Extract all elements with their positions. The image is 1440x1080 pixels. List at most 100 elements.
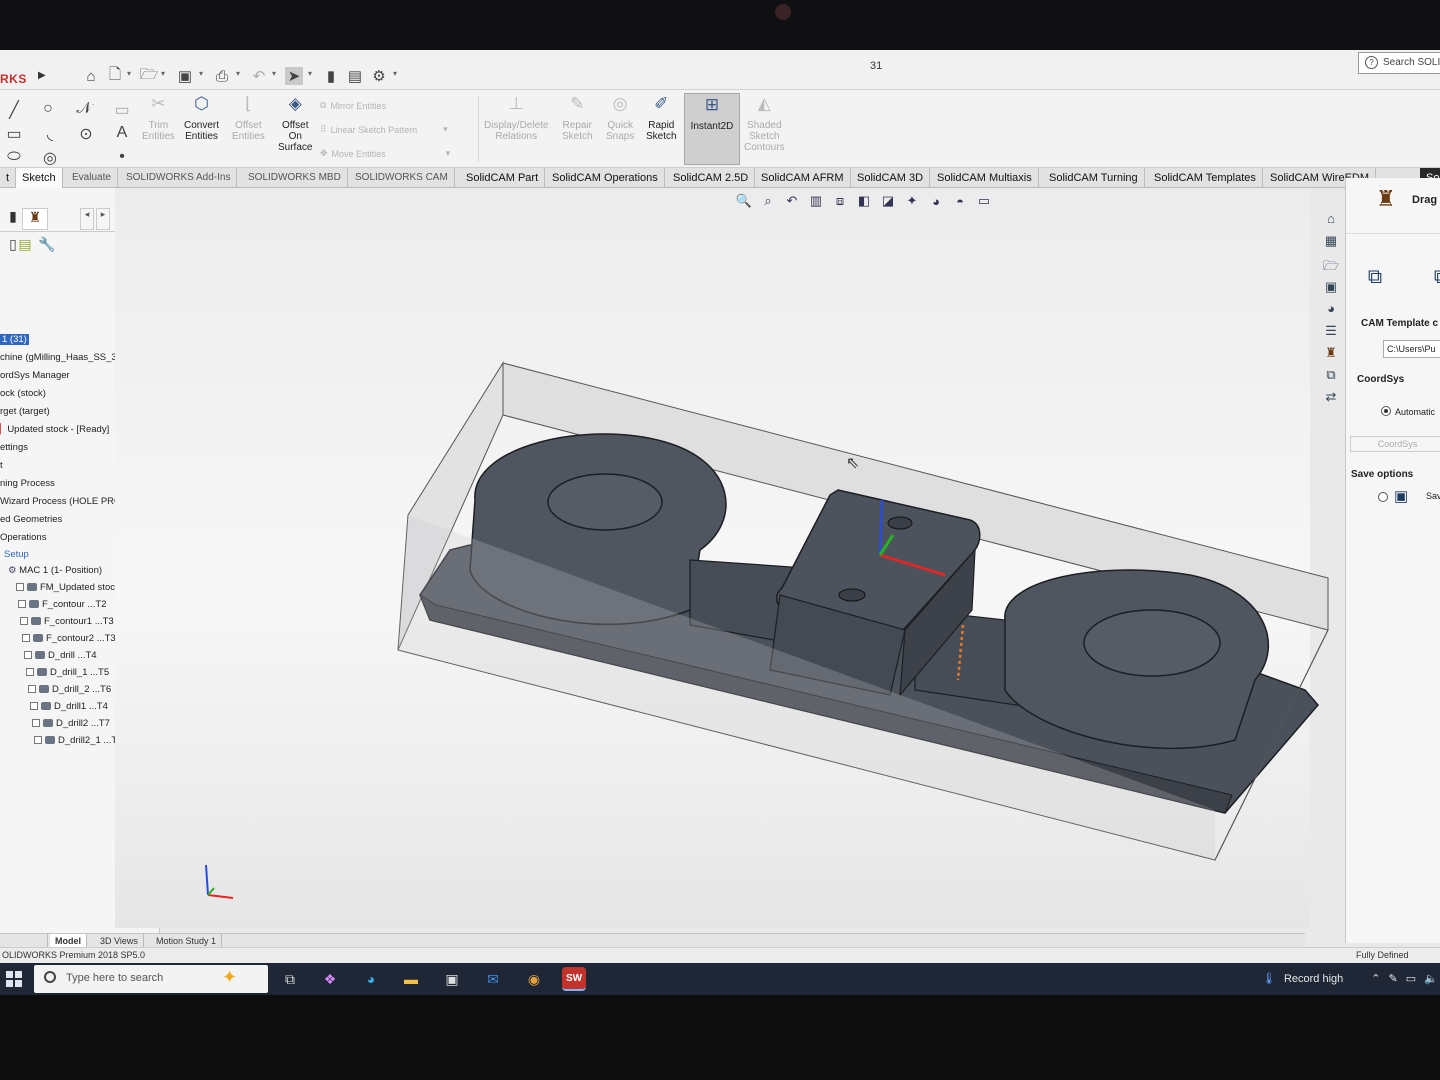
new-document-icon[interactable]: 🗋 [106,66,124,85]
tab-solidcam-afrm[interactable]: SolidCAM AFRM [755,168,851,188]
tab-motion-study-1[interactable]: Motion Study 1 [151,934,223,948]
weather-text[interactable]: Record high [1284,973,1343,985]
tree-target[interactable]: rget (target) [0,406,50,417]
tab-model[interactable]: Model [50,934,87,948]
custom-properties-icon[interactable]: ☰ [1322,322,1340,340]
previous-view-icon[interactable]: ↶ [783,193,801,209]
save-radio[interactable] [1378,492,1388,502]
tab-3d-views[interactable]: 3D Views [95,934,144,948]
graphics-area[interactable] [115,188,1310,928]
tree-mac-1[interactable]: ⚙ MAC 1 (1- Position) [8,565,102,576]
convert-entities-button[interactable]: ⬡ Convert Entities [184,95,219,142]
tab-solidworks-cam[interactable]: SOLIDWORKS CAM [349,168,455,188]
tree-op-8[interactable]: D_drill1 ...T4 [30,701,108,712]
solidworks-resources-icon[interactable]: ⌂ [1322,210,1340,228]
chrome-icon[interactable]: ◉ [522,967,546,991]
tree-op-1[interactable]: FM_Updated stoc [16,582,115,593]
text-tool-icon[interactable]: A [112,124,132,142]
copilot-icon[interactable]: ❖ [318,967,342,991]
linear-sketch-pattern-button[interactable]: ⠿ Linear Sketch Pattern ▾ [320,124,448,135]
op-checkbox[interactable] [28,685,36,693]
tree-stock[interactable]: ock (stock) [0,388,46,399]
hide-show-icon[interactable]: ✦ [903,193,921,209]
offset-on-surface-button[interactable]: ◈ Offset On Surface [278,95,312,153]
tree-root-part[interactable]: 1 (31) [0,334,29,345]
move-entities-button[interactable]: ✥ Move Entities ▾ [320,148,450,159]
repair-sketch-button[interactable]: ✎ Repair Sketch [562,95,593,142]
save-icon[interactable]: ▣ [176,67,194,85]
tab-solidcam-turning[interactable]: SolidCAM Turning [1043,168,1145,188]
zoom-to-fit-icon[interactable]: 🔍 [735,193,753,209]
tab-solidworks-mbd[interactable]: SOLIDWORKS MBD [242,168,348,188]
op-checkbox[interactable] [22,634,30,642]
store-icon[interactable]: ▣ [440,967,464,991]
rectangle-tool-icon[interactable]: ▭ [4,124,24,143]
tree-setup[interactable]: Setup [4,549,29,560]
tab-solidcam-part[interactable]: SolidCAM Part [460,168,546,188]
design-library-icon[interactable]: ▦ [1322,232,1340,250]
tree-op-4[interactable]: F_contour2 ...T3 [22,633,116,644]
solidworks-taskbar-icon[interactable]: SW [562,967,586,991]
op-checkbox[interactable] [32,719,40,727]
tab-solidcam-2-5d[interactable]: SolidCAM 2.5D [667,168,756,188]
coordsys-button[interactable]: CoordSys [1350,436,1440,452]
solidworks-brand[interactable]: RKS [0,72,27,86]
select-arrow-icon[interactable]: ➤ [285,67,303,85]
instant2d-button[interactable]: ⊞ Instant2D [684,93,740,165]
select-caret-icon[interactable]: ▾ [308,69,312,78]
op-checkbox[interactable] [30,702,38,710]
op-checkbox[interactable] [20,617,28,625]
tree-op-10[interactable]: D_drill2_1 ...T8 [34,735,122,746]
display-style-icon[interactable]: ◪ [879,193,897,209]
op-checkbox[interactable] [16,583,24,591]
tree-t[interactable]: t [0,460,3,471]
tab-solidcam-templates[interactable]: SolidCAM Templates [1148,168,1263,188]
open-caret-icon[interactable]: ▾ [161,69,165,78]
dynamic-annotation-icon[interactable]: ⧈ [831,193,849,209]
appearance-icon[interactable]: ◕ [927,194,945,209]
save-caret-icon[interactable]: ▾ [199,69,203,78]
op-checkbox[interactable] [18,600,26,608]
tab-t[interactable]: t [0,168,17,188]
display-delete-relations-button[interactable]: ⊥ Display/Delete Relations [484,95,548,142]
tree-op-9[interactable]: D_drill2 ...T7 [32,718,110,729]
tree-machine[interactable]: chine (gMilling_Haas_SS_3x) [0,352,125,363]
tab-solidworks-add-ins[interactable]: SOLIDWORKS Add-Ins [120,168,238,188]
toolbox-icon[interactable]: ⧉ [1322,366,1340,384]
shaded-sketch-contours-button[interactable]: ◭ Shaded Sketch Contours [744,95,785,153]
section-view-icon[interactable]: ▥ [807,193,825,209]
tray-chevron-icon[interactable]: ⌃ [1371,972,1380,985]
tree-operations[interactable]: Operations [0,532,46,543]
windows-start-icon[interactable] [6,971,22,987]
tree-op-2[interactable]: F_contour ...T2 [18,599,106,610]
centerline-icon[interactable]: • [112,148,132,166]
undo-icon[interactable]: ↶ [250,67,268,85]
rapid-sketch-button[interactable]: ✐ Rapid Sketch [646,95,677,142]
tab-scroll-arrows[interactable] [0,934,48,948]
task-view-icon[interactable]: ⧉ [278,967,302,991]
offset-entities-button[interactable]: ⌊ Offset Entities [232,95,265,142]
rebuild-icon[interactable]: ▮ [322,67,340,85]
tree-op-5[interactable]: D_drill ...T4 [24,650,97,661]
tab-solidcam-3d[interactable]: SolidCAM 3D [851,168,931,188]
view-orientation-icon[interactable]: ◧ [855,193,873,209]
tree-settings[interactable]: ettings [0,442,28,453]
edge-icon[interactable]: ◕ [359,967,383,991]
file-explorer-icon[interactable]: 🗁 [1322,256,1340,274]
polygon-tool-icon[interactable]: ⊙ [76,124,96,143]
point-tool-icon[interactable]: ◎ [40,148,60,167]
print-caret-icon[interactable]: ▾ [236,69,240,78]
display-icon[interactable]: ▭ [1406,972,1416,985]
tree-op-7[interactable]: D_drill_2 ...T6 [28,684,111,695]
tree-coordsys-manager[interactable]: ordSys Manager [0,370,70,381]
file-properties-icon[interactable]: ▤ [346,67,364,85]
template-browse-icon[interactable]: ⧉ [1426,266,1440,294]
op-checkbox[interactable] [26,668,34,676]
automatic-radio[interactable] [1381,406,1391,416]
op-checkbox[interactable] [24,651,32,659]
circle-tool-icon[interactable]: ○ [38,100,58,118]
cam-template-path-field[interactable]: C:\Users\Pu [1383,340,1440,358]
line-tool-icon[interactable]: ╱ [4,100,24,119]
tree-geometries[interactable]: ed Geometries [0,514,62,525]
template-button-icon[interactable]: ⧉ [1360,266,1390,294]
